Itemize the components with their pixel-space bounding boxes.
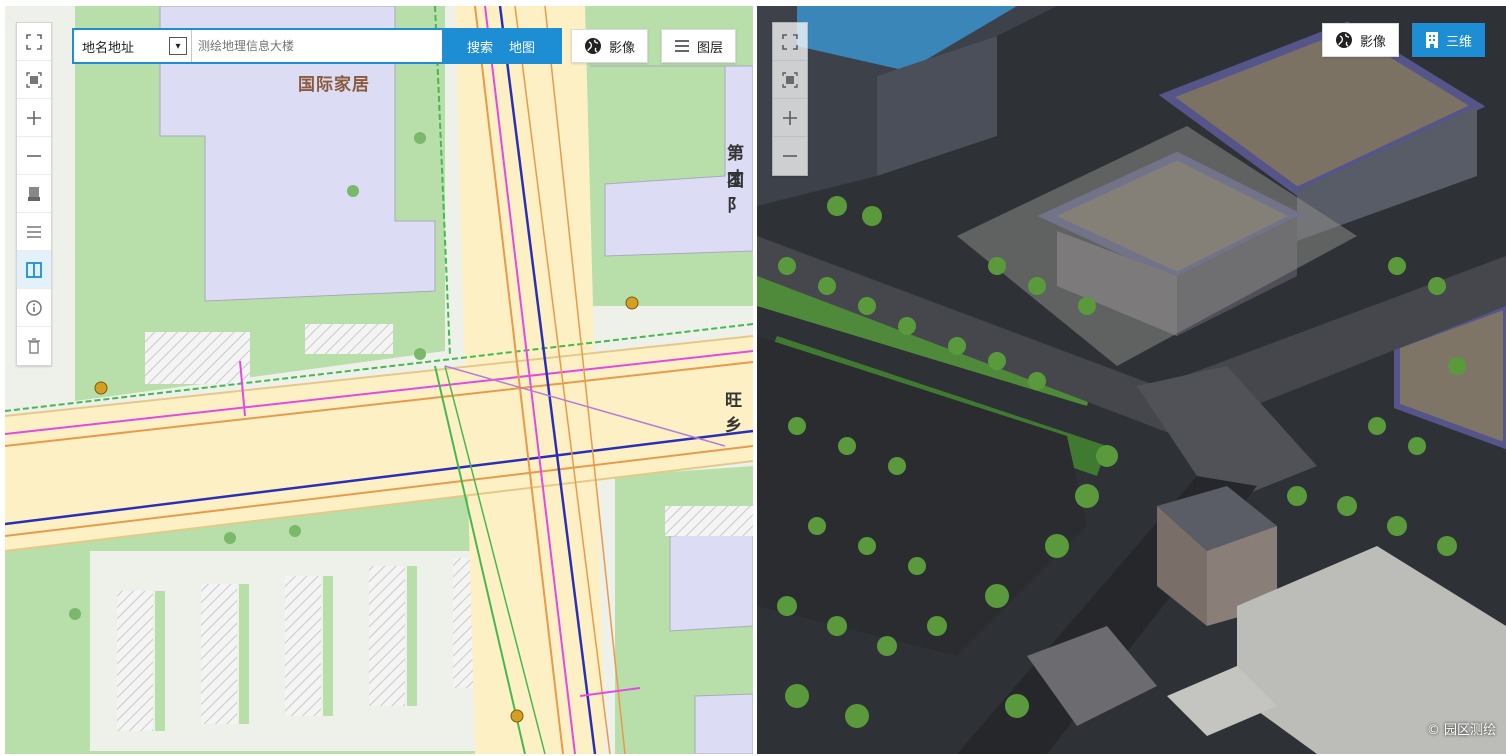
zoom-out-button[interactable] xyxy=(773,137,807,175)
search-input[interactable] xyxy=(192,30,442,62)
building-icon xyxy=(1426,32,1438,48)
map-3d-canvas[interactable] xyxy=(757,6,1506,754)
zoom-in-icon xyxy=(783,110,797,125)
locate-icon xyxy=(26,71,42,88)
imagery-toggle-left[interactable]: 影像 xyxy=(571,29,649,63)
zoom-out-icon xyxy=(27,154,41,157)
map-label-street: 旺 乡 xyxy=(725,391,743,436)
list-icon xyxy=(675,40,689,52)
fullscreen-button[interactable] xyxy=(773,23,807,61)
imagery-label: 影像 xyxy=(1360,34,1387,50)
split-view-icon xyxy=(26,261,42,278)
info-button[interactable] xyxy=(17,289,51,327)
print-button[interactable] xyxy=(17,175,51,213)
measure-button[interactable] xyxy=(17,213,51,251)
search-category-value: 地名地址 xyxy=(82,40,135,56)
delete-icon xyxy=(28,338,40,354)
fullscreen-button[interactable] xyxy=(17,23,51,61)
zoom-in-button[interactable] xyxy=(17,99,51,137)
threed-label: 三维 xyxy=(1446,34,1473,50)
imagery-label: 影像 xyxy=(609,40,636,56)
map-button-label: 地图 xyxy=(509,40,536,56)
info-icon xyxy=(26,299,42,316)
imagery-toggle-right[interactable]: 影像 xyxy=(1322,23,1400,57)
globe-icon xyxy=(1336,32,1352,48)
map-2d-panel[interactable]: 国际家居 第 才 国 阝 旺 乡 地名地址 ▾ 测绘地理信息大楼 搜索 地图 影… xyxy=(5,6,753,754)
globe-icon xyxy=(585,38,601,54)
fullscreen-icon xyxy=(782,33,798,50)
map-2d-toolbar xyxy=(16,22,52,366)
map-3d-panel[interactable]: 影像 三维 © 园区测绘 xyxy=(757,6,1506,754)
layers-label: 图层 xyxy=(697,40,724,56)
split-view-button[interactable] xyxy=(17,251,51,289)
search-button-label: 搜索 xyxy=(466,40,493,56)
measure-icon xyxy=(27,225,41,238)
zoom-out-icon xyxy=(783,155,797,157)
watermark: © 园区测绘 xyxy=(1426,723,1496,738)
locate-icon xyxy=(782,71,798,88)
search-category-select[interactable]: 地名地址 ▾ xyxy=(74,30,192,62)
map-label-building: 国际家居 xyxy=(298,75,370,95)
search-button[interactable]: 搜索 地图 xyxy=(75,30,560,62)
threed-toggle[interactable]: 三维 xyxy=(1412,23,1486,57)
map-label-right-top-2: 国 阝 xyxy=(727,171,745,216)
layers-toggle[interactable]: 图层 xyxy=(661,29,737,63)
chevron-down-icon[interactable]: ▾ xyxy=(169,37,187,55)
search-bar: 地名地址 ▾ 搜索 地图 xyxy=(72,28,562,64)
locate-button[interactable] xyxy=(773,61,807,99)
zoom-in-button[interactable] xyxy=(773,99,807,137)
zoom-in-icon xyxy=(27,110,41,125)
locate-button[interactable] xyxy=(17,61,51,99)
fullscreen-icon xyxy=(26,33,42,50)
zoom-out-button[interactable] xyxy=(17,137,51,175)
print-icon xyxy=(28,186,40,201)
delete-button[interactable] xyxy=(17,327,51,365)
split-map-app: 国际家居 第 才 国 阝 旺 乡 地名地址 ▾ 测绘地理信息大楼 搜索 地图 影… xyxy=(0,0,1506,756)
map-2d-canvas[interactable] xyxy=(5,6,753,754)
map-3d-toolbar xyxy=(772,22,808,176)
